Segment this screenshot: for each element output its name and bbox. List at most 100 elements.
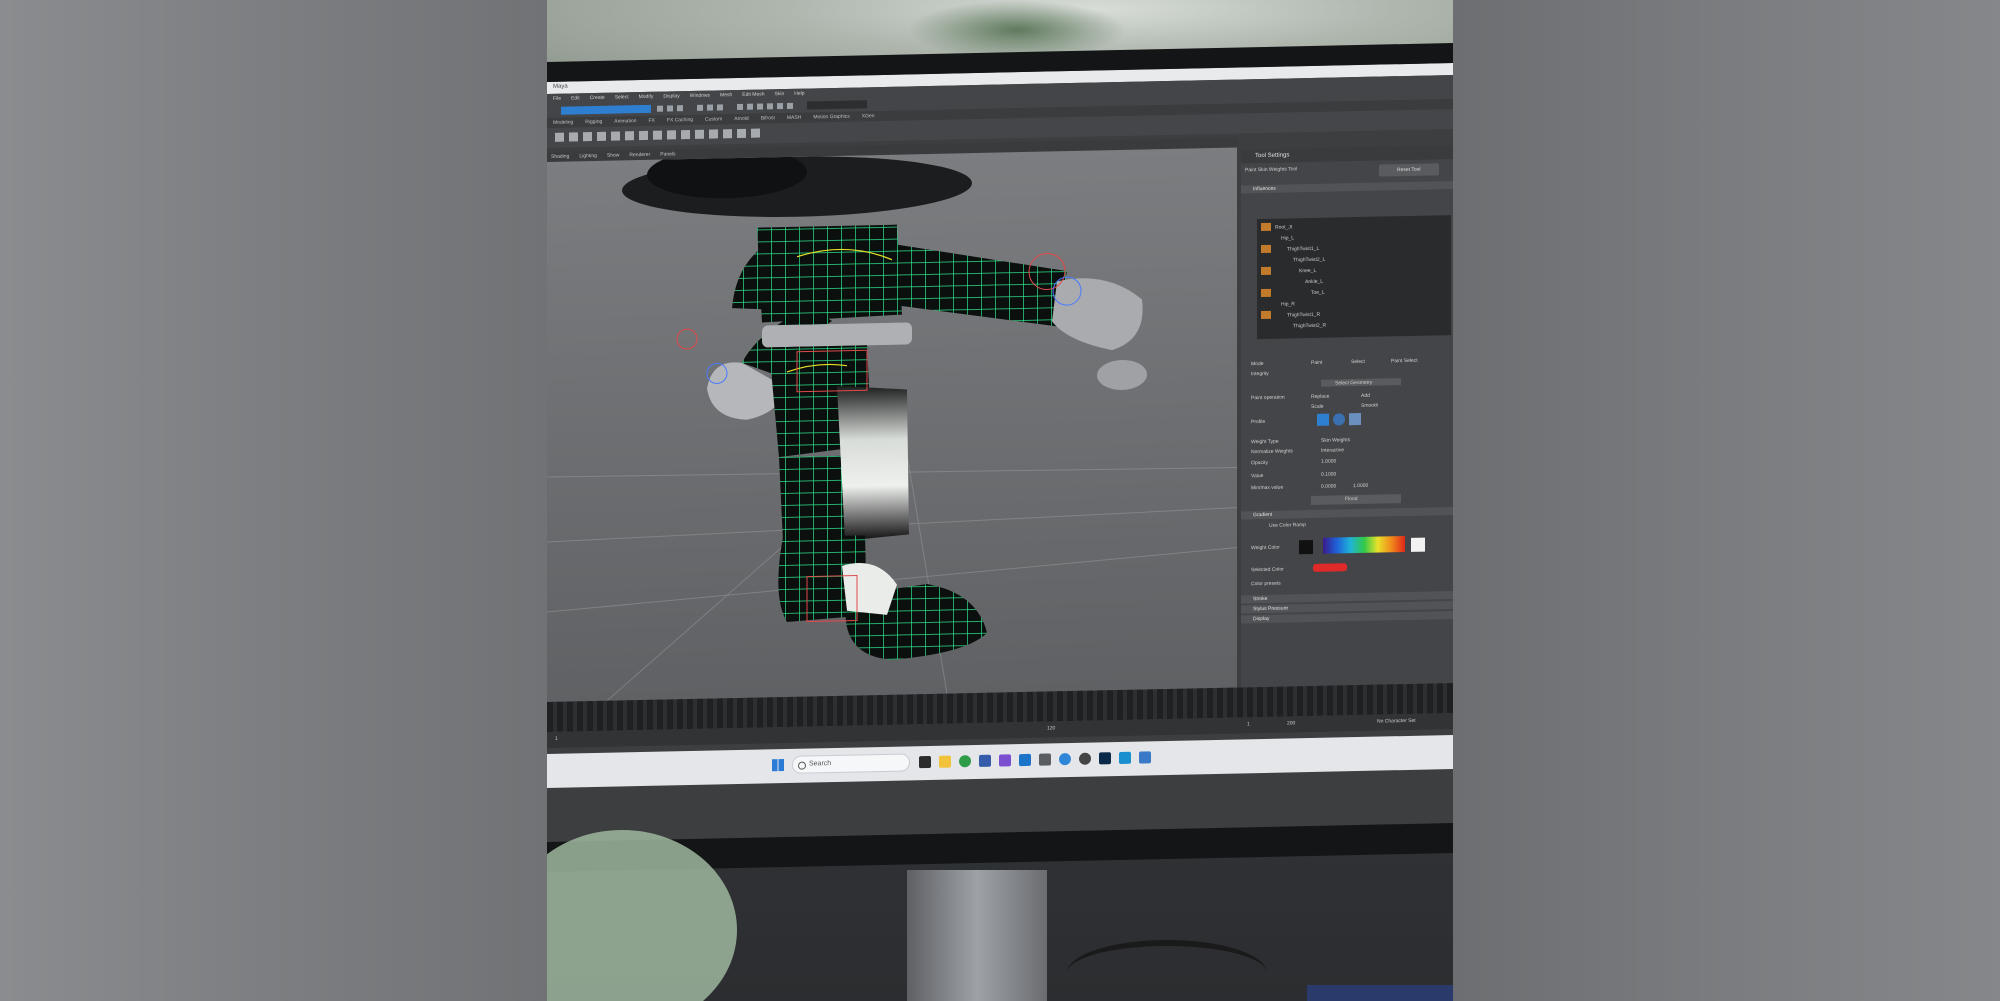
menu-item[interactable]: Windows bbox=[690, 91, 710, 101]
section-gradient[interactable]: Gradient bbox=[1241, 507, 1453, 520]
panel-menu-item[interactable]: Lighting bbox=[579, 151, 597, 161]
menu-item[interactable]: File bbox=[553, 94, 561, 104]
monitor-photo: Maya File Edit Create Select Modify Disp… bbox=[547, 0, 1453, 1001]
left-background-blur bbox=[0, 0, 547, 1001]
browser-icon[interactable] bbox=[959, 755, 971, 768]
joint-lock-icon[interactable] bbox=[1261, 288, 1271, 298]
menu-item[interactable]: Edit bbox=[571, 93, 580, 103]
settings-icon[interactable] bbox=[1039, 753, 1051, 766]
shelf-tab[interactable]: Bifrost bbox=[761, 113, 775, 123]
shelf-tab[interactable]: MASH bbox=[787, 113, 801, 123]
playback-start[interactable]: 1 bbox=[1247, 721, 1250, 727]
panel-menu-item[interactable]: Show bbox=[607, 150, 620, 160]
shelf-tab[interactable]: FX Caching bbox=[667, 115, 693, 126]
playback-end[interactable]: 200 bbox=[1287, 720, 1295, 726]
file-explorer-icon[interactable] bbox=[939, 755, 951, 768]
normalize-label: Normalize Weights bbox=[1251, 448, 1293, 456]
mode-option-select[interactable]: Select bbox=[1351, 359, 1365, 365]
joint-lock-icon[interactable] bbox=[1261, 244, 1271, 254]
menu-item[interactable]: Modify bbox=[639, 92, 654, 102]
shelf-tab[interactable]: Rigging bbox=[585, 117, 602, 127]
panel-menu-item[interactable]: Renderer bbox=[629, 150, 650, 160]
max-value-field[interactable]: 1.0000 bbox=[1353, 483, 1368, 489]
joint-item[interactable]: Root_Jt bbox=[1275, 224, 1292, 230]
influence-list[interactable]: Root_Jt Hip_L ThighTwist1_L ThighTwist2_… bbox=[1257, 215, 1451, 340]
opacity-field[interactable]: 1.0000 bbox=[1321, 458, 1336, 464]
section-influences[interactable]: Influences bbox=[1241, 181, 1453, 194]
outlook-icon[interactable] bbox=[1019, 753, 1031, 767]
value-label: Value bbox=[1251, 472, 1264, 480]
joint-item[interactable]: Ankle_L bbox=[1305, 279, 1323, 285]
menu-item[interactable]: Select bbox=[615, 92, 629, 102]
joint-item[interactable]: ThighTwist2_R bbox=[1293, 323, 1326, 330]
ramp-end-swatch[interactable] bbox=[1411, 537, 1425, 552]
windows-start-icon[interactable] bbox=[772, 759, 784, 772]
value-field[interactable]: 0.1000 bbox=[1321, 471, 1336, 477]
weight-color-label: Weight Color bbox=[1251, 544, 1280, 552]
joint-item[interactable]: Knee_L bbox=[1299, 268, 1316, 274]
shelf-tab[interactable]: Modeling bbox=[553, 117, 573, 127]
shelf-tab[interactable]: Custom bbox=[705, 114, 722, 124]
menu-item[interactable]: Mesh bbox=[720, 90, 732, 100]
paint-operation-label: Paint operation bbox=[1251, 394, 1285, 402]
maya-icon[interactable] bbox=[1119, 751, 1131, 765]
profile-soft-icon[interactable] bbox=[1333, 413, 1345, 426]
app-icon[interactable] bbox=[1139, 751, 1151, 764]
mode-option-paint-select[interactable]: Paint Select bbox=[1391, 358, 1418, 365]
paint-op-smooth[interactable]: Smooth bbox=[1361, 403, 1378, 409]
task-view-icon[interactable] bbox=[919, 755, 931, 769]
joint-item[interactable]: ThighTwist1_R bbox=[1287, 312, 1320, 319]
app-icon[interactable] bbox=[979, 754, 991, 767]
character-set[interactable]: No Character Set bbox=[1377, 718, 1416, 725]
menu-item[interactable]: Help bbox=[794, 89, 804, 99]
photoshop-icon[interactable] bbox=[1099, 752, 1111, 765]
select-geometry-button[interactable]: Select Geometry bbox=[1321, 378, 1401, 387]
3d-viewport[interactable] bbox=[547, 147, 1237, 702]
joint-item[interactable]: ThighTwist2_L bbox=[1293, 257, 1325, 264]
ramp-start-swatch[interactable] bbox=[1299, 539, 1313, 555]
weight-color-ramp[interactable] bbox=[1323, 536, 1405, 554]
character-wireframe[interactable] bbox=[547, 148, 1237, 702]
shelf-tab[interactable]: FX bbox=[649, 116, 655, 126]
menu-item[interactable]: Display bbox=[663, 91, 679, 101]
joint-lock-icon[interactable] bbox=[1261, 222, 1271, 232]
section-display[interactable]: Display bbox=[1241, 611, 1453, 624]
range-end[interactable]: 120 bbox=[1047, 725, 1055, 731]
min-value-field[interactable]: 0.0000 bbox=[1321, 483, 1336, 489]
panel-menu-item[interactable]: Shading bbox=[551, 152, 569, 162]
selected-color-swatch[interactable] bbox=[1313, 563, 1347, 572]
teams-icon[interactable] bbox=[999, 754, 1011, 767]
reset-tool-button[interactable]: Reset Tool bbox=[1379, 163, 1439, 177]
joint-lock-icon[interactable] bbox=[1261, 266, 1271, 276]
profile-solid-icon[interactable] bbox=[1349, 412, 1361, 426]
joint-item[interactable]: Hip_R bbox=[1281, 301, 1295, 307]
profile-gaussian-icon[interactable] bbox=[1317, 413, 1329, 426]
taskbar-search-input[interactable]: Search bbox=[792, 753, 910, 774]
normalize-value[interactable]: Interactive bbox=[1321, 447, 1344, 453]
range-start[interactable]: 1 bbox=[555, 736, 558, 742]
paint-op-add[interactable]: Add bbox=[1361, 393, 1370, 399]
window-title: Maya bbox=[553, 83, 568, 90]
use-color-ramp-label[interactable]: Use Color Ramp bbox=[1269, 522, 1306, 529]
profile-label: Profile bbox=[1251, 418, 1266, 426]
joint-item[interactable]: Hip_L bbox=[1281, 235, 1294, 241]
menu-item[interactable]: Skin bbox=[775, 89, 785, 99]
section-label: Stroke bbox=[1253, 595, 1268, 603]
section-label: Influences bbox=[1253, 185, 1276, 193]
mode-option-paint[interactable]: Paint bbox=[1311, 360, 1322, 366]
shelf-tab[interactable]: Animation bbox=[614, 116, 636, 126]
joint-item[interactable]: Toe_L bbox=[1311, 290, 1325, 296]
paint-op-scale[interactable]: Scale bbox=[1311, 404, 1324, 410]
shelf-tab[interactable]: XGen bbox=[862, 111, 875, 121]
edge-icon[interactable] bbox=[1059, 753, 1071, 766]
paint-op-replace[interactable]: Replace bbox=[1311, 394, 1329, 400]
flood-button[interactable]: Flood bbox=[1311, 494, 1401, 505]
joint-lock-icon[interactable] bbox=[1261, 310, 1271, 320]
joint-item[interactable]: ThighTwist1_L bbox=[1287, 246, 1319, 253]
shelf-tab[interactable]: Arnold bbox=[734, 114, 748, 124]
panel-menu-item[interactable]: Panels bbox=[660, 149, 675, 159]
menu-item[interactable]: Edit Mesh bbox=[742, 89, 764, 99]
menu-item[interactable]: Create bbox=[590, 93, 605, 103]
weight-type-value[interactable]: Skin Weights bbox=[1321, 437, 1350, 444]
app-icon[interactable] bbox=[1079, 752, 1091, 765]
